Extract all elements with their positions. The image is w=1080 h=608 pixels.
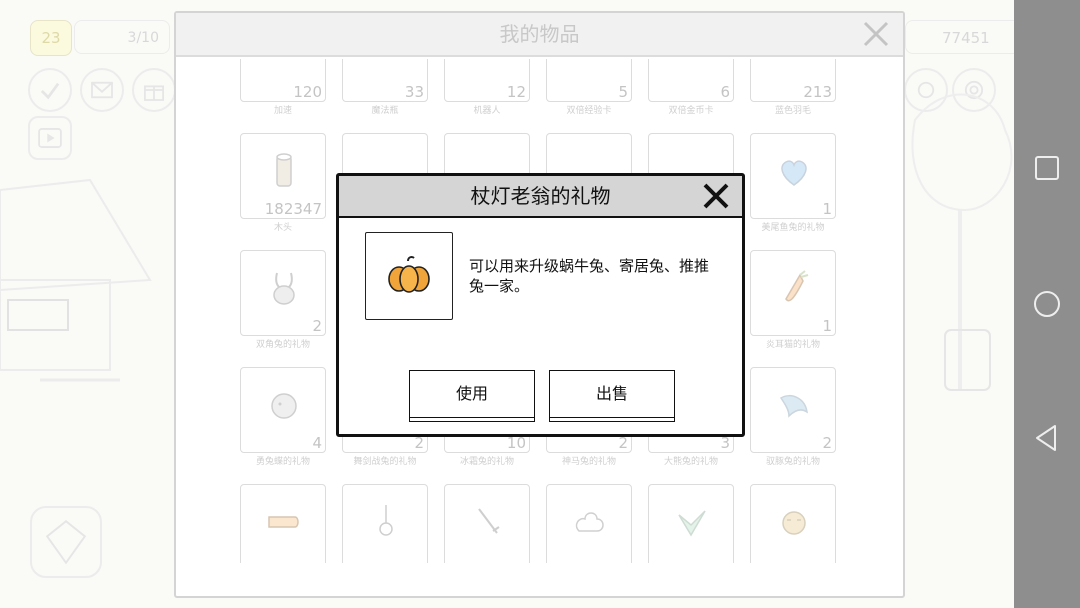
- item-name: 双倍金币卡: [668, 106, 714, 116]
- slot-frame: 5: [546, 59, 632, 102]
- slot-frame: 120: [240, 59, 326, 102]
- slot-frame: 12: [444, 59, 530, 102]
- video-button[interactable]: [28, 116, 72, 160]
- slot-frame: 1: [750, 250, 836, 336]
- carrot-root-icon: [268, 516, 299, 528]
- map-button[interactable]: [30, 506, 102, 578]
- slot-frame: [750, 484, 836, 563]
- sell-button-label: 出售: [595, 384, 628, 403]
- check-icon: [678, 510, 706, 537]
- item-count: 6: [720, 83, 730, 101]
- item-name: 冰霜兔的礼物: [459, 457, 514, 467]
- sword-icon: [478, 508, 500, 534]
- item-count: 1: [822, 317, 832, 335]
- item-preview: [365, 232, 453, 320]
- slot-frame: 213: [750, 59, 836, 102]
- item-count: 4: [312, 434, 322, 452]
- slot-frame: 2: [240, 250, 326, 336]
- pendant-icon: [379, 505, 393, 536]
- gift-button[interactable]: [132, 68, 176, 112]
- inventory-title: 我的物品: [499, 22, 580, 46]
- use-button-label: 使用: [455, 384, 488, 403]
- slot-frame: [648, 484, 734, 563]
- item-count: 1: [822, 200, 832, 218]
- house-illustration: [0, 178, 152, 382]
- dialog-title: 杖灯老翁的礼物: [470, 184, 611, 208]
- tiger-icon: [782, 511, 806, 535]
- slot-frame: [342, 484, 428, 563]
- item-name: 蓝色羽毛: [774, 106, 811, 116]
- item-count: 33: [404, 83, 424, 101]
- slot-frame: 6: [648, 59, 734, 102]
- quest-progress-bar[interactable]: 3/10: [74, 20, 170, 54]
- map-icon: [45, 520, 87, 565]
- checkmark-icon: [40, 82, 60, 100]
- item-name: 美尾鱼兔的礼物: [761, 223, 825, 233]
- item-count: 2: [312, 317, 322, 335]
- back-icon[interactable]: [1031, 422, 1063, 454]
- slot-frame: [240, 484, 326, 563]
- slot-frame: [444, 484, 530, 563]
- slot-frame: [546, 484, 632, 563]
- mail-icon: [91, 81, 113, 99]
- item-name: 驭豚兔的礼物: [765, 457, 820, 467]
- item-name: 木头: [273, 223, 292, 233]
- item-name: 双角兔的礼物: [255, 340, 310, 350]
- item-count: 213: [803, 83, 832, 101]
- item-name: 神马兔的礼物: [561, 457, 616, 467]
- dolphin-icon: [779, 394, 808, 418]
- item-count: 5: [618, 83, 628, 101]
- dialog-header: 杖灯老翁的礼物: [339, 176, 742, 218]
- gift-icon: [144, 85, 164, 101]
- close-icon[interactable]: [861, 19, 891, 49]
- player-level-badge: 23: [30, 20, 72, 56]
- item-name: 炎耳猫的礼物: [765, 340, 820, 350]
- slot-frame: 4: [240, 367, 326, 453]
- slot-frame: 2: [750, 367, 836, 453]
- blue-heart-icon: [781, 160, 807, 186]
- checkin-button[interactable]: [28, 68, 72, 112]
- item-detail-dialog: 杖灯老翁的礼物 可以用来升级蜗牛兔、寄居兔、推推兔一家。 使用 出售: [336, 173, 745, 437]
- item-description: 可以用来升级蜗牛兔、寄居兔、推推兔一家。: [469, 257, 710, 295]
- system-navigation-bar: [1014, 0, 1080, 608]
- bunny-icon: [273, 272, 295, 305]
- item-name: 勇兔蝶的礼物: [255, 457, 310, 467]
- recent-apps-icon[interactable]: [1031, 152, 1063, 184]
- close-icon[interactable]: [700, 180, 732, 212]
- item-count: 2: [822, 434, 832, 452]
- item-count: 120: [293, 83, 322, 101]
- slot-frame: 182347: [240, 133, 326, 219]
- item-name: 魔法瓶: [371, 106, 399, 116]
- item-name: 机器人: [473, 106, 501, 116]
- item-name: 大熊兔的礼物: [663, 457, 718, 467]
- quest-progress-text: 3/10: [127, 30, 159, 46]
- player-level: 23: [41, 29, 61, 47]
- use-button[interactable]: 使用: [409, 370, 535, 422]
- slot-frame: 1: [750, 133, 836, 219]
- pumpkin-icon: [388, 256, 430, 293]
- coin-amount: 77451: [942, 29, 990, 47]
- item-count: 182347: [264, 200, 322, 218]
- wood-log-icon: [276, 153, 292, 187]
- slot-frame: 33: [342, 59, 428, 102]
- item-name: 双倍经验卡: [566, 106, 612, 116]
- home-icon[interactable]: [1031, 288, 1063, 320]
- sell-button[interactable]: 出售: [549, 370, 675, 422]
- tree-illustration: [911, 93, 1013, 391]
- carrot-icon: [785, 270, 809, 302]
- play-video-icon: [38, 128, 62, 148]
- mail-button[interactable]: [80, 68, 124, 112]
- item-name: 舞剑战兔的礼物: [353, 457, 417, 467]
- inventory-header: 我的物品: [176, 13, 903, 57]
- item-name: 加速: [273, 106, 292, 116]
- fluffball-icon: [271, 393, 297, 419]
- item-count: 12: [506, 83, 526, 101]
- cloud-icon: [575, 512, 604, 532]
